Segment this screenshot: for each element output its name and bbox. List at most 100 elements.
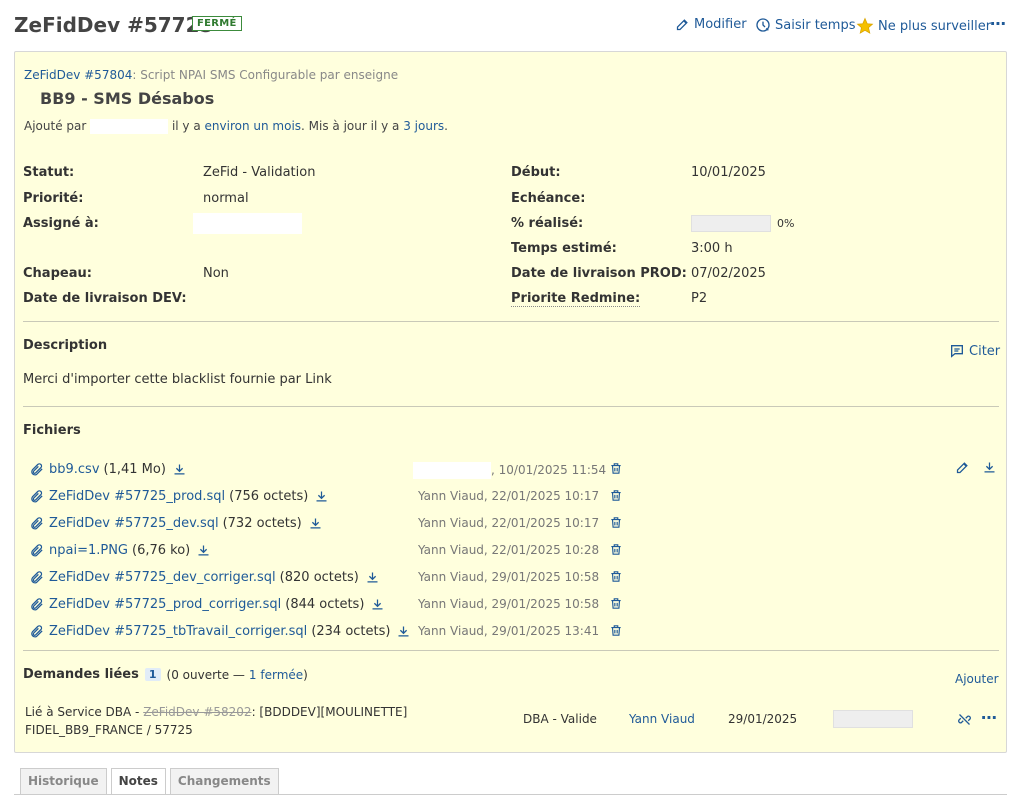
attr-value-redmine-priority: P2 bbox=[691, 291, 708, 306]
file-meta: Yann Viaud, 29/01/2025 10:58 bbox=[418, 597, 599, 611]
file-author: Yann Viaud bbox=[418, 624, 484, 638]
download-icon[interactable] bbox=[365, 570, 380, 585]
trash-icon[interactable] bbox=[609, 515, 623, 530]
paperclip-icon bbox=[29, 516, 44, 531]
tab-changes[interactable]: Changements bbox=[169, 768, 279, 795]
files-actions bbox=[955, 460, 997, 475]
attr-value-prod-delivery: 07/02/2025 bbox=[691, 266, 766, 281]
file-meta: Yann Viaud, 29/01/2025 13:41 bbox=[418, 624, 599, 638]
attr-label-redmine-priority: Priorite Redmine: bbox=[511, 291, 641, 307]
file-size: (820 octets) bbox=[279, 569, 359, 585]
updated-ago-link[interactable]: 3 jours bbox=[403, 119, 444, 133]
file-size: (234 octets) bbox=[311, 623, 391, 639]
add-relation-button[interactable]: Ajouter bbox=[955, 672, 999, 686]
attr-label-assignee: Assigné à: bbox=[23, 216, 99, 231]
file-date: , 29/01/2025 10:58 bbox=[483, 570, 600, 584]
trash-icon[interactable] bbox=[609, 569, 623, 584]
unwatch-label: Ne plus surveiller bbox=[878, 18, 992, 34]
relations-end: ) bbox=[303, 667, 308, 682]
download-icon[interactable] bbox=[308, 516, 323, 531]
relation-prefix: Lié à Service DBA - bbox=[25, 705, 140, 719]
file-link[interactable]: bb9.csv bbox=[49, 462, 100, 477]
download-icon[interactable] bbox=[172, 462, 187, 477]
file-link[interactable]: ZeFidDev #57725_tbTravail_corriger.sql bbox=[49, 624, 307, 639]
attr-label-dev-delivery: Date de livraison DEV: bbox=[23, 291, 187, 306]
tab-underline bbox=[14, 794, 1007, 795]
more-actions-button[interactable]: ⋯ bbox=[990, 14, 1006, 33]
file-size: (756 octets) bbox=[229, 488, 309, 504]
status-badge: FERMÉ bbox=[192, 16, 242, 31]
relation-assignee[interactable]: Yann Viaud bbox=[629, 712, 695, 726]
parent-issue-link[interactable]: ZeFidDev #57804 bbox=[24, 68, 132, 82]
attr-value-assignee-redacted bbox=[193, 213, 302, 234]
file-link[interactable]: ZeFidDev #57725_prod_corriger.sql bbox=[49, 597, 281, 612]
file-row: bb9.csv (1,41 Mo) bbox=[29, 459, 187, 479]
author-line: Ajouté par il y a environ un mois. Mis à… bbox=[24, 119, 448, 134]
added-ago-link[interactable]: environ un mois bbox=[205, 119, 302, 133]
file-size: (844 octets) bbox=[285, 596, 365, 612]
divider bbox=[23, 321, 999, 322]
progress-bar bbox=[691, 215, 771, 232]
file-size: (6,76 ko) bbox=[132, 542, 191, 558]
edit-attachments-icon[interactable] bbox=[955, 460, 970, 475]
relation-issue-link[interactable]: ZeFidDev #58202 bbox=[143, 705, 251, 719]
issue-details: ZeFidDev #57804: Script NPAI SMS Configu… bbox=[14, 51, 1007, 753]
trash-icon[interactable] bbox=[609, 623, 623, 638]
download-icon[interactable] bbox=[196, 543, 211, 558]
relations-closed-link[interactable]: 1 fermée bbox=[249, 668, 303, 682]
files-title: Fichiers bbox=[23, 423, 81, 438]
paperclip-icon bbox=[29, 462, 44, 477]
quote-button[interactable]: Citer bbox=[949, 343, 1000, 359]
trash-icon[interactable] bbox=[609, 542, 623, 557]
clock-icon bbox=[755, 17, 771, 33]
tab-notes[interactable]: Notes bbox=[110, 768, 166, 795]
quote-label: Citer bbox=[969, 343, 1001, 359]
file-meta: Yann Viaud, 29/01/2025 10:58 bbox=[418, 570, 599, 584]
file-author-redacted bbox=[413, 462, 491, 479]
download-icon[interactable] bbox=[314, 489, 329, 504]
file-link[interactable]: ZeFidDev #57725_dev_corriger.sql bbox=[49, 570, 276, 585]
attr-value-start: 10/01/2025 bbox=[691, 165, 766, 180]
file-link[interactable]: ZeFidDev #57725_dev.sql bbox=[49, 516, 219, 531]
file-author: Yann Viaud bbox=[418, 489, 484, 503]
relations-open: (0 ouverte — bbox=[166, 667, 245, 682]
download-icon[interactable] bbox=[370, 597, 385, 612]
file-meta: Yann Viaud, 22/01/2025 10:17 bbox=[418, 516, 599, 530]
relation-row: Lié à Service DBA - ZeFidDev #58202: [BD… bbox=[25, 703, 407, 739]
edit-button[interactable]: Modifier bbox=[675, 17, 747, 32]
file-meta: Yann Viaud, 22/01/2025 10:17 bbox=[418, 489, 599, 503]
file-date: , 29/01/2025 13:41 bbox=[483, 624, 600, 638]
relations-header: Demandes liées 1 (0 ouverte — 1 fermée ) bbox=[23, 667, 308, 682]
file-meta: Yann Viaud, 22/01/2025 10:28 bbox=[418, 543, 599, 557]
file-row: ZeFidDev #57725_dev_corriger.sql (820 oct… bbox=[29, 567, 380, 587]
file-row: ZeFidDev #57725_prod_corriger.sql (844 oc… bbox=[29, 594, 385, 614]
attr-label-estimated: Temps estimé: bbox=[511, 241, 617, 256]
file-meta: , 10/01/2025 11:54 bbox=[413, 462, 606, 479]
history-tabs: Historique Notes Changements bbox=[20, 768, 279, 795]
attr-value-hat: Non bbox=[203, 266, 229, 281]
file-date: , 22/01/2025 10:28 bbox=[483, 543, 600, 557]
quote-icon bbox=[949, 343, 965, 359]
relation-status: DBA - Valide bbox=[523, 712, 597, 726]
unlink-icon[interactable] bbox=[957, 712, 972, 727]
file-row: npai=1.PNG (6,76 ko) bbox=[29, 540, 211, 560]
paperclip-icon bbox=[29, 543, 44, 558]
download-all-icon[interactable] bbox=[982, 460, 997, 475]
unwatch-button[interactable]: Ne plus surveiller bbox=[856, 17, 991, 35]
trash-icon[interactable] bbox=[609, 596, 623, 611]
relation-subject: : [BDDDEV][MOULINETTE] bbox=[251, 705, 408, 719]
trash-icon[interactable] bbox=[609, 461, 623, 476]
paperclip-icon bbox=[29, 489, 44, 504]
file-size: (1,41 Mo) bbox=[103, 461, 166, 477]
download-icon[interactable] bbox=[396, 624, 411, 639]
log-time-button[interactable]: Saisir temps bbox=[755, 17, 855, 33]
relation-more-icon[interactable]: ⋯ bbox=[981, 708, 997, 727]
tab-history[interactable]: Historique bbox=[20, 768, 107, 795]
author-prefix: Ajouté par bbox=[24, 119, 87, 133]
divider bbox=[23, 406, 999, 407]
file-link[interactable]: npai=1.PNG bbox=[49, 543, 128, 558]
edit-label: Modifier bbox=[694, 17, 747, 32]
trash-icon[interactable] bbox=[609, 488, 623, 503]
file-link[interactable]: ZeFidDev #57725_prod.sql bbox=[49, 489, 225, 504]
relation-progress bbox=[833, 710, 913, 728]
